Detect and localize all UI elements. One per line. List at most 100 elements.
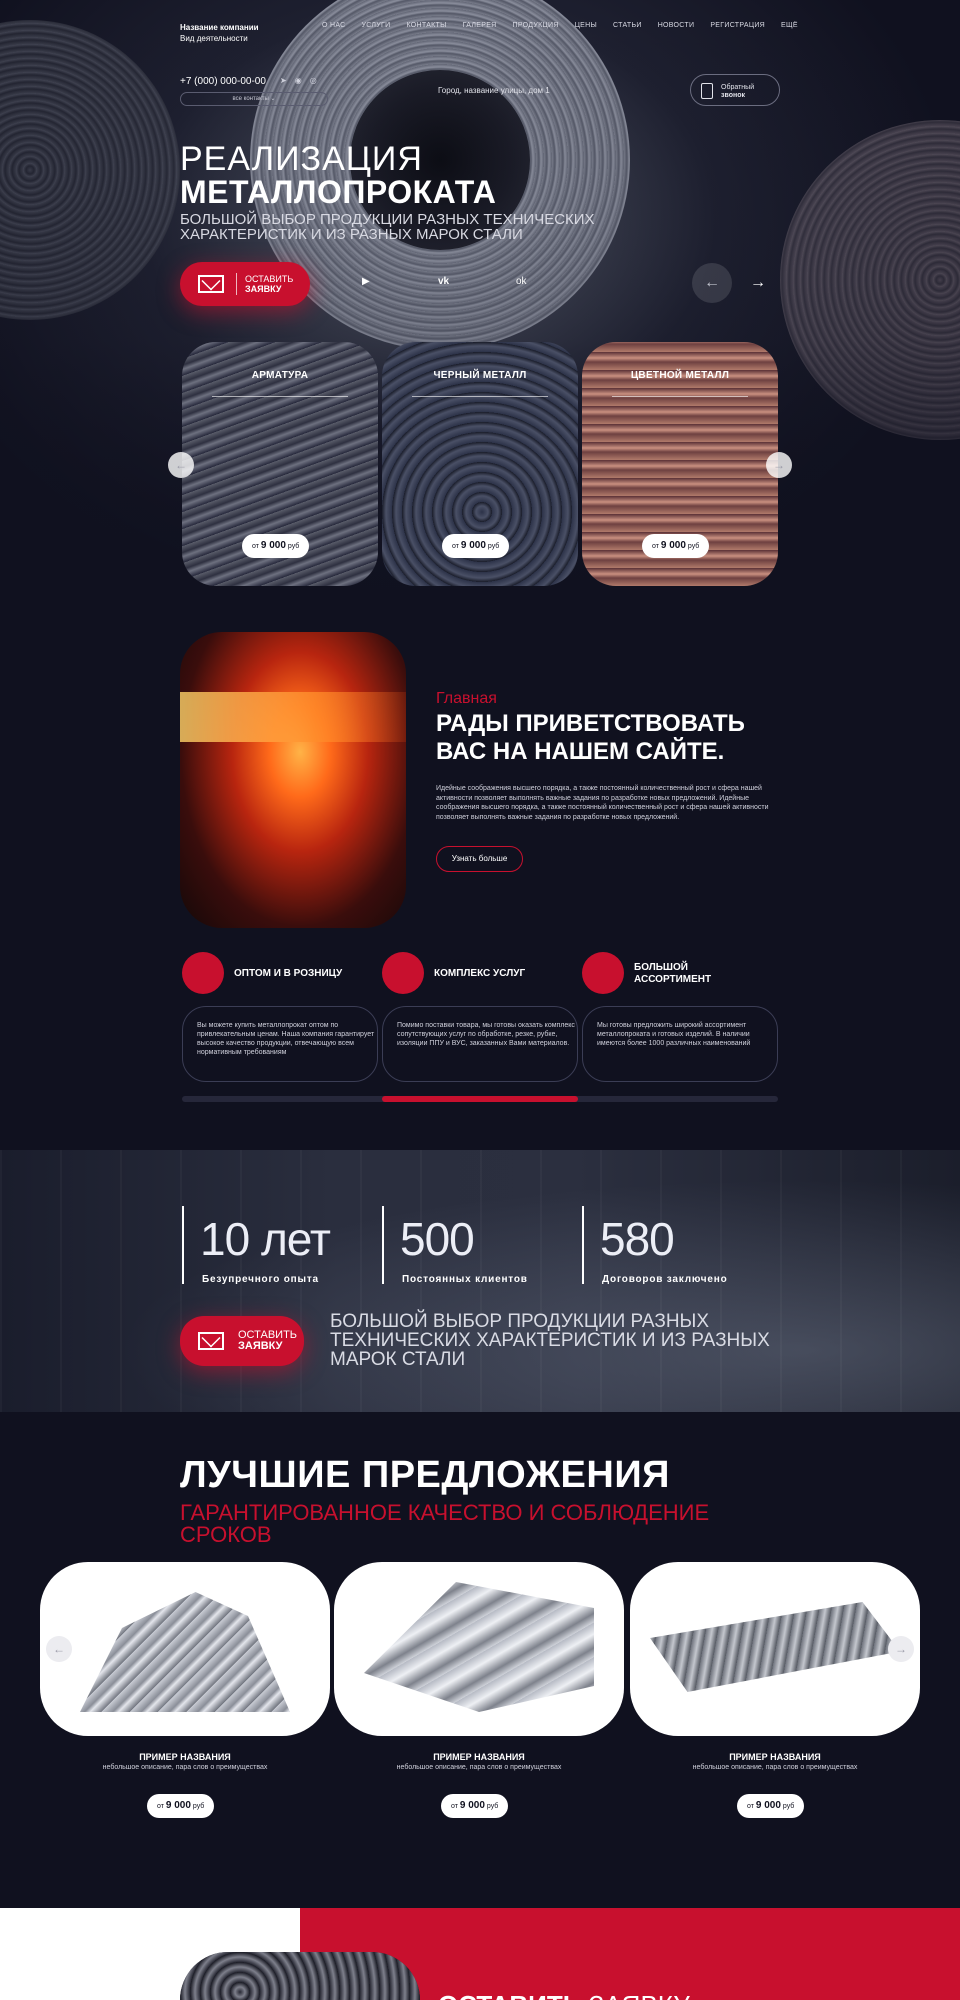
nav-item-contacts[interactable]: КОНТАКТЫ	[406, 22, 446, 29]
features-slider-thumb[interactable]	[382, 1096, 578, 1102]
price-prefix: от	[451, 1803, 458, 1810]
categories-next-arrow[interactable]: →	[766, 452, 792, 478]
feature-title: КОМПЛЕКС УСЛУГ	[434, 968, 526, 979]
price-pill[interactable]: от 9 000 руб	[441, 1794, 509, 1818]
hero-prev-arrow[interactable]: ←	[692, 263, 732, 303]
hero-subtitle: БОЛЬШОЙ ВЫБОР ПРОДУКЦИИ РАЗНЫХ ТЕХНИЧЕСК…	[180, 211, 595, 243]
nav-item-news[interactable]: НОВОСТИ	[658, 22, 695, 29]
nav-item-more[interactable]: ЕЩЁ	[781, 22, 798, 29]
nav-item-products[interactable]: ПРОДУКЦИЯ	[513, 22, 559, 29]
category-card-nonferrous-metal[interactable]: ЦВЕТНОЙ МЕТАЛЛ от 9 000 руб	[582, 342, 778, 586]
price-pill[interactable]: от 9 000 руб	[147, 1794, 215, 1818]
nav-item-prices[interactable]: ЦЕНЫ	[575, 22, 597, 29]
category-card-rebar[interactable]: АРМАТУРА от 9 000 руб	[182, 342, 378, 586]
company-name: Название компании	[180, 23, 259, 32]
address-text: Город, название улицы, дом 1	[438, 86, 550, 95]
nav-item-services[interactable]: УСЛУГИ	[362, 22, 391, 29]
stat-label: Безупречного опыта	[202, 1274, 319, 1285]
categories-prev-arrow[interactable]: ←	[168, 452, 194, 478]
hero-next-arrow[interactable]: →	[738, 263, 778, 303]
company-block[interactable]: Название компании Вид деятельности	[180, 22, 259, 44]
price-value: 9 000	[755, 1800, 781, 1811]
welcome-kicker: Главная	[436, 690, 497, 707]
price-pill[interactable]: от 9 000 руб	[242, 534, 310, 558]
callback-label-2: звонок	[721, 92, 745, 99]
pipes-pattern	[180, 1952, 420, 2000]
offers-subheading: ГАРАНТИРОВАННОЕ КАЧЕСТВО И СОБЛЮДЕНИЕ СР…	[180, 1500, 710, 1547]
product-name: ПРИМЕР НАЗВАНИЯ	[433, 1752, 525, 1762]
product-image-profiled-sheets	[650, 1602, 900, 1692]
learn-more-button[interactable]: Узнать больше	[436, 846, 523, 872]
vk-icon[interactable]: vk	[438, 276, 449, 287]
feature-title: БОЛЬШОЙ АССОРТИМЕНТ	[634, 962, 712, 985]
title-underline	[612, 396, 748, 397]
cta-label: ОСТАВИТЬ ЗАЯВКУ	[238, 1330, 297, 1352]
button-separator	[236, 273, 237, 295]
products-next-arrow[interactable]: →	[888, 1636, 914, 1662]
band-text: БОЛЬШОЙ ВЫБОР ПРОДУКЦИИ РАЗНЫХ ТЕХНИЧЕСК…	[330, 1311, 770, 1370]
price-unit: руб	[487, 543, 500, 550]
callback-label-1: Обратный	[721, 84, 755, 91]
price-prefix: от	[157, 1803, 164, 1810]
stat-value: 10 лет	[200, 1213, 331, 1265]
nav-item-articles[interactable]: СТАТЬИ	[613, 22, 642, 29]
price-value: 9 000	[660, 540, 686, 551]
price-pill[interactable]: от 9 000 руб	[442, 534, 510, 558]
feature-box: Мы готовы предложить широкий ассортимент…	[582, 1006, 778, 1082]
stat-value: 500	[400, 1213, 475, 1265]
nav-item-registration[interactable]: РЕГИСТРАЦИЯ	[710, 22, 765, 29]
title-underline	[412, 396, 548, 397]
assortment-icon	[582, 952, 624, 994]
cta-label-line2: ЗАЯВКУ	[238, 1340, 283, 1352]
price-value: 9 000	[260, 540, 286, 551]
phone-number[interactable]: +7 (000) 000-00-00	[180, 76, 266, 87]
price-prefix: от	[747, 1803, 754, 1810]
product-name: ПРИМЕР НАЗВАНИЯ	[729, 1752, 821, 1762]
bottom-heading: ОСТАВИТЬ ЗАЯВКУ	[438, 1990, 690, 2000]
band-cta-button[interactable]: ОСТАВИТЬ ЗАЯВКУ	[180, 1316, 304, 1366]
telegram-icon[interactable]: ➤	[280, 76, 287, 85]
nav-item-about[interactable]: О НАС	[322, 22, 346, 29]
cta-label-line2: ЗАЯВКУ	[245, 284, 282, 294]
product-name: ПРИМЕР НАЗВАНИЯ	[139, 1752, 231, 1762]
whatsapp-icon[interactable]: ◉	[295, 76, 302, 85]
molten-metal-photo	[180, 632, 406, 928]
pipes-photo	[180, 1952, 420, 2000]
product-card[interactable]	[334, 1562, 624, 1736]
youtube-icon[interactable]: ▶	[362, 276, 370, 287]
product-image-pipes	[364, 1582, 594, 1712]
wholesale-icon	[182, 952, 224, 994]
hero-title-bold: МЕТАЛЛОПРОКАТА	[180, 174, 497, 210]
viber-icon[interactable]: ◎	[310, 76, 317, 85]
bottom-heading-bold: ОСТАВИТЬ	[438, 1990, 581, 2000]
price-unit: руб	[287, 543, 300, 550]
category-title: ЦВЕТНОЙ МЕТАЛЛ	[630, 370, 730, 381]
all-contacts-label: все контакты	[232, 96, 269, 102]
price-value: 9 000	[165, 1800, 191, 1811]
all-contacts-button[interactable]: все контакты ⌄	[180, 92, 328, 106]
stat-value: 580	[600, 1213, 675, 1265]
callback-button[interactable]: Обратный звонок	[690, 74, 780, 106]
nav-item-gallery[interactable]: ГАЛЕРЕЯ	[463, 22, 497, 29]
offers-heading: ЛУЧШИЕ ПРЕДЛОЖЕНИЯ	[180, 1454, 670, 1496]
products-prev-arrow[interactable]: ←	[46, 1636, 72, 1662]
product-card[interactable]	[40, 1562, 330, 1736]
envelope-icon	[198, 1332, 224, 1350]
price-pill[interactable]: от 9 000 руб	[642, 534, 710, 558]
price-value: 9 000	[459, 1800, 485, 1811]
price-pill[interactable]: от 9 000 руб	[737, 1794, 805, 1818]
services-icon	[382, 952, 424, 994]
feature-box: Помимо поставки товара, мы готовы оказат…	[382, 1006, 578, 1082]
stat-label: Постоянных клиентов	[402, 1274, 528, 1285]
messenger-icons: ➤ ◉ ◎	[280, 76, 317, 85]
cta-label: ОСТАВИТЬ ЗАЯВКУ	[245, 274, 293, 294]
welcome-text: Идейные соображения высшего порядка, а т…	[436, 785, 769, 821]
product-card[interactable]	[630, 1562, 920, 1736]
spark-layer	[180, 692, 406, 742]
odnoklassniki-icon[interactable]: ok	[516, 276, 527, 287]
product-description: небольшое описание, пара слов о преимуще…	[102, 1764, 268, 1771]
category-card-black-metal[interactable]: ЧЕРНЫЙ МЕТАЛЛ от 9 000 руб	[382, 342, 578, 586]
price-value: 9 000	[460, 540, 486, 551]
feature-title: ОПТОМ И В РОЗНИЦУ	[234, 968, 343, 979]
hero-cta-button[interactable]: ОСТАВИТЬ ЗАЯВКУ	[180, 262, 310, 306]
